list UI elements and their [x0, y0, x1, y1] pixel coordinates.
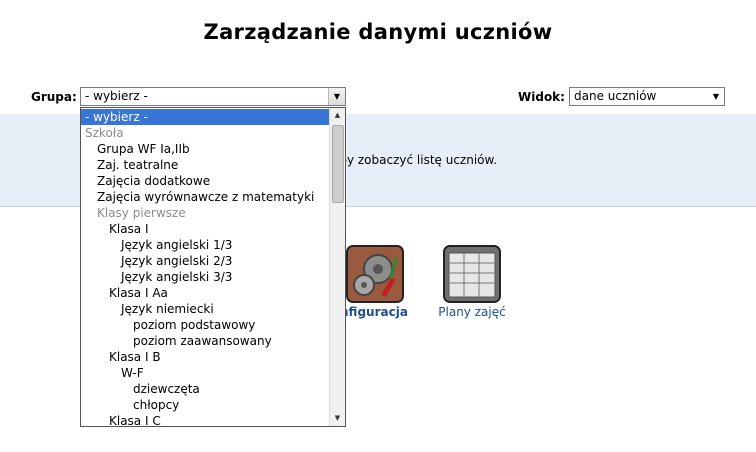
- dropdown-option[interactable]: W-F: [81, 365, 144, 381]
- schedules-tile[interactable]: Plany zajęć: [432, 245, 512, 319]
- dropdown-option[interactable]: Klasa I Aa: [81, 285, 168, 301]
- chevron-down-icon[interactable]: ▼: [708, 88, 724, 105]
- view-select-value: dane uczniów: [574, 89, 657, 103]
- schedule-icon[interactable]: [443, 245, 501, 303]
- info-message: aby zobaczyć listę uczniów.: [332, 153, 498, 167]
- view-label: Widok:: [518, 90, 565, 104]
- scroll-down-icon[interactable]: ▼: [330, 411, 345, 426]
- dropdown-option[interactable]: dziewczęta: [81, 381, 200, 397]
- dropdown-option[interactable]: chłopcy: [81, 397, 179, 413]
- dropdown-option[interactable]: Zajęcia wyrównawcze z matematyki: [81, 189, 314, 205]
- dropdown-option[interactable]: Zajęcia dodatkowe: [81, 173, 210, 189]
- dropdown-optgroup: Szkoła: [85, 126, 124, 140]
- schedules-label[interactable]: Plany zajęć: [432, 305, 512, 319]
- view-select[interactable]: dane uczniów ▼: [569, 87, 725, 106]
- dropdown-option[interactable]: - wybierz -: [81, 109, 335, 125]
- dropdown-option[interactable]: poziom podstawowy: [81, 317, 255, 333]
- dropdown-option[interactable]: Język angielski 3/3: [81, 269, 232, 285]
- group-label: Grupa:: [31, 90, 77, 104]
- group-select[interactable]: - wybierz - ▼: [80, 87, 346, 106]
- dropdown-option[interactable]: Język angielski 2/3: [81, 253, 232, 269]
- dropdown-option[interactable]: Zaj. teatralne: [81, 157, 178, 173]
- dropdown-option[interactable]: Język niemiecki: [81, 301, 214, 317]
- chevron-down-icon[interactable]: ▼: [328, 88, 345, 105]
- dropdown-option[interactable]: poziom zaawansowany: [81, 333, 272, 349]
- dropdown-option[interactable]: Klasa I: [81, 221, 149, 237]
- group-dropdown-list[interactable]: - wybierz - Szkoła Grupa WF Ia,IIb Zaj. tea…: [80, 107, 346, 427]
- dropdown-option[interactable]: Klasa I B: [81, 349, 161, 365]
- scroll-up-icon[interactable]: ▲: [330, 108, 345, 123]
- page-title: Zarządzanie danymi uczniów: [203, 20, 553, 44]
- dropdown-optgroup: Klasy pierwsze: [97, 206, 186, 220]
- gears-icon[interactable]: [346, 245, 404, 303]
- group-select-value: - wybierz -: [85, 89, 148, 103]
- dropdown-option[interactable]: Język angielski 1/3: [81, 237, 232, 253]
- scroll-thumb[interactable]: [332, 125, 344, 203]
- dropdown-scrollbar[interactable]: ▲ ▼: [329, 108, 345, 426]
- dropdown-option[interactable]: Grupa WF Ia,IIb: [81, 141, 190, 157]
- dropdown-option[interactable]: Klasa I C: [81, 413, 161, 426]
